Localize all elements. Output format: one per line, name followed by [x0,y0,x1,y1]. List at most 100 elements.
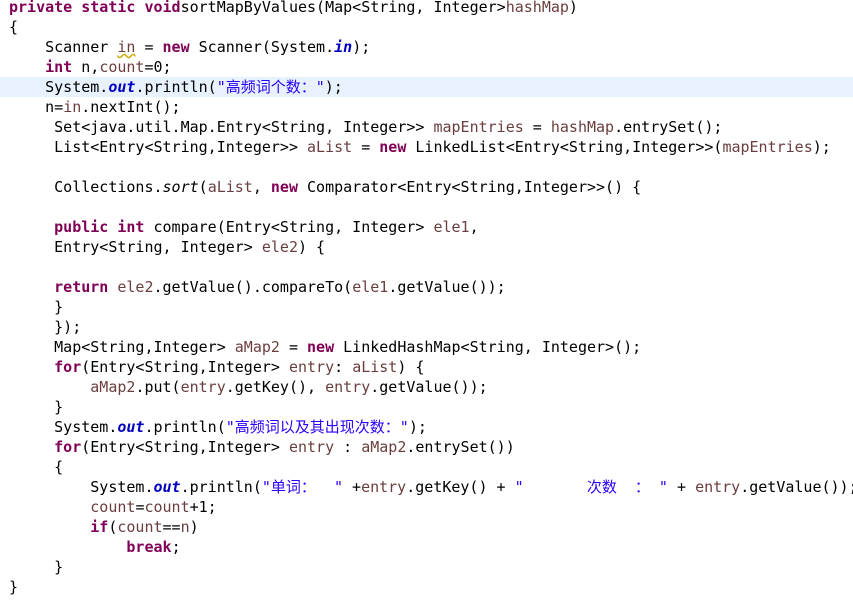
variable-token: count [99,58,145,76]
code-line[interactable]: } [0,297,853,317]
code-token: .getKey() + [406,478,515,496]
code-token: = [279,338,308,356]
code-token: + [343,478,362,496]
code-token: = [523,118,551,136]
keyword-token: for [54,358,82,376]
code-line[interactable]: return ele2.getValue().compareTo(ele1.ge… [0,277,853,297]
code-token: = [352,138,380,156]
keyword-token: for [54,438,82,456]
code-line[interactable]: n=in.nextInt(); [0,97,853,117]
code-token: .getValue()); [740,478,853,496]
code-token: compare(Entry<String, Integer> [144,218,434,236]
code-line[interactable]: if(count==n) [0,517,853,537]
code-token: { [9,18,19,36]
code-line[interactable]: private static voidsortMapByValues(Map<S… [0,0,853,17]
code-token: = [135,38,163,56]
code-line[interactable]: break; [0,537,853,557]
code-token: , [469,218,479,236]
code-line[interactable]: Map<String,Integer> aMap2 = new LinkedHa… [0,337,853,357]
code-line[interactable]: } [0,577,853,597]
code-token: List<Entry<String,Integer>> [9,138,308,156]
static-field-token: in [334,38,353,56]
code-token: LinkedHashMap<String, Integer>(); [334,338,642,356]
code-token: .nextInt(); [81,98,181,116]
code-line[interactable]: System.out.println("高频词以及其出现次数："); [0,417,853,437]
variable-token: entry [288,358,335,376]
code-line-current[interactable]: System.out.println("高频词个数："); [0,77,853,97]
code-line[interactable]: } [0,397,853,417]
code-token: Entry<String, Integer> [9,238,262,256]
variable-token: in [63,98,82,116]
code-token: + [667,478,696,496]
code-line[interactable]: List<Entry<String,Integer>> aList = new … [0,137,853,157]
code-line[interactable]: { [0,457,853,477]
code-line[interactable]: } [0,557,853,577]
code-line[interactable] [0,157,853,177]
code-token: .getKey(), [225,378,326,396]
code-token: ) { [298,238,326,256]
code-line[interactable]: Set<java.util.Map.Entry<String, Integer>… [0,117,853,137]
keyword-token: int [117,218,145,236]
code-token: System. [9,418,118,436]
code-token: } [9,558,64,576]
code-token: : [334,358,353,376]
code-token: .getValue()); [370,378,488,396]
code-token: , [252,178,271,196]
code-token: Comparator<Entry<String,Integer>>() { [298,178,642,196]
code-token: static [81,0,145,16]
code-line[interactable]: public int compare(Entry<String, Integer… [0,217,853,237]
code-line[interactable] [0,257,853,277]
code-line[interactable]: int n,count=0; [0,57,853,77]
code-token: } [9,298,64,316]
code-token: Set<java.util.Map.Entry<String, Integer>… [9,118,434,136]
keyword-token: new [162,38,190,56]
keyword-token: if [90,518,109,536]
code-token: System. [9,78,109,96]
code-token: .println( [180,478,262,496]
code-line[interactable]: { [0,17,853,37]
code-token: ); [812,138,831,156]
code-token: .entrySet(); [614,118,723,136]
code-line[interactable] [0,197,853,217]
variable-token: ele1 [433,218,470,236]
code-line[interactable]: }); [0,317,853,337]
variable-token: aMap2 [234,338,280,356]
code-line[interactable]: Collections.sort(aList, new Comparator<E… [0,177,853,197]
code-line[interactable]: for(Entry<String,Integer> entry : aMap2.… [0,437,853,457]
variable-token: n [180,518,190,536]
code-token: Map<String,Integer> [9,338,235,356]
string-literal-token: "高频词以及其出现次数：" [225,418,409,436]
keyword-token: break [126,538,172,556]
code-editor[interactable]: private static voidsortMapByValues(Map<S… [0,0,853,600]
code-token: .getValue()); [388,278,506,296]
code-line[interactable]: System.out.println("单词： " +entry.getKey(… [0,477,853,497]
code-line[interactable]: count=count+1; [0,497,853,517]
code-token: }); [9,318,82,336]
variable-token: aMap2 [361,438,407,456]
code-line[interactable]: for(Entry<String,Integer> entry: aList) … [0,357,853,377]
keyword-token: int [45,58,73,76]
code-token: n, [72,58,100,76]
code-token: .println( [135,78,217,96]
code-token: .println( [144,418,226,436]
variable-token: ele1 [352,278,389,296]
string-literal-token: "高频词个数：" [216,78,325,96]
code-token: ); [324,78,343,96]
variable-token: entry [695,478,741,496]
code-line[interactable]: Entry<String, Integer> ele2) { [0,237,853,257]
keyword-token: new [379,138,407,156]
static-field-token: out [153,478,181,496]
code-token: sortMapByValues(Map<String, Integer> [180,0,506,16]
code-line[interactable]: aMap2.put(entry.getKey(), entry.getValue… [0,377,853,397]
code-token: ( [198,178,208,196]
variable-token: ele2 [117,278,154,296]
code-token: +1; [189,498,217,516]
code-token: .getValue().compareTo( [153,278,353,296]
variable-token: entry [180,378,226,396]
code-line[interactable]: Scanner in = new Scanner(System.in); [0,37,853,57]
keyword-token: new [270,178,298,196]
keyword-token: void [144,0,181,16]
